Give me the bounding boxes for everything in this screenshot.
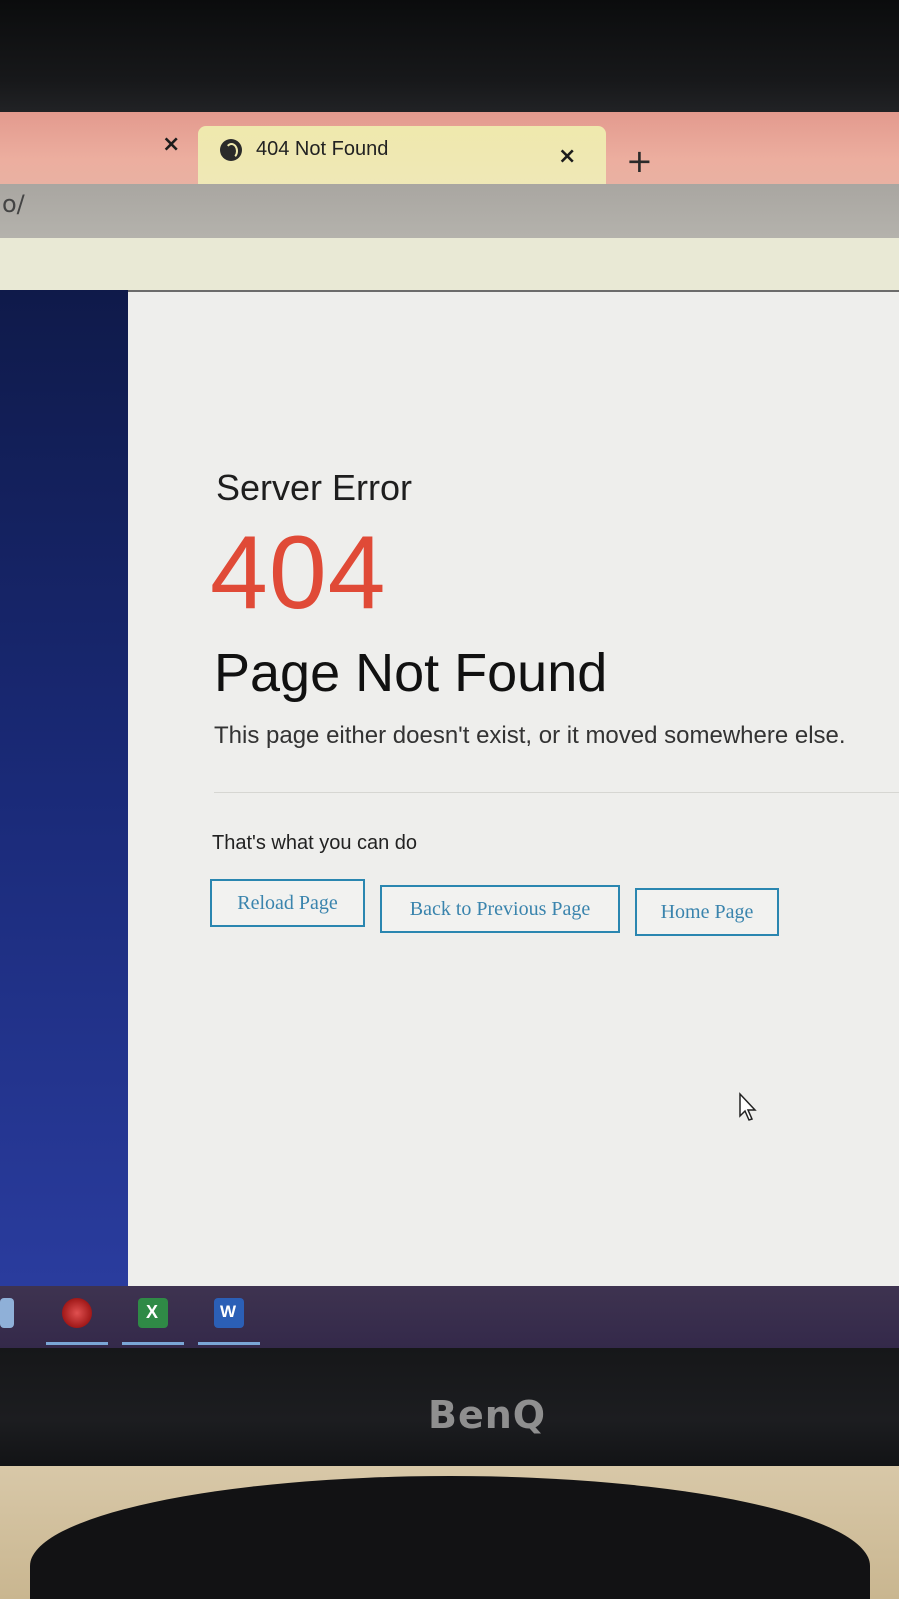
tab-close-icon[interactable]: × [558,144,576,169]
address-bar[interactable]: o/ [0,184,899,242]
excel-icon[interactable] [138,1298,168,1328]
monitor-bezel-top [0,0,899,115]
taskbar-active-indicator [46,1342,108,1345]
error-description: This page either doesn't exist, or it mo… [214,722,846,749]
reload-page-button[interactable]: Reload Page [210,879,365,927]
address-text[interactable]: o/ [2,190,25,218]
page-title: Page Not Found [214,643,608,703]
page-content: Server Error 404 Page Not Found This pag… [128,290,899,1290]
app-icon[interactable] [62,1298,92,1328]
browser-tab-strip: × 404 Not Found × + [0,112,899,196]
divider [214,792,899,793]
left-side-panel [0,290,133,1290]
tab-close-icon[interactable]: × [162,132,180,157]
taskbar-active-indicator [198,1342,260,1345]
monitor-bezel-bottom: BenQ [0,1348,899,1468]
edge-icon[interactable] [0,1298,14,1328]
new-tab-button[interactable]: + [626,142,653,180]
taskbar-active-indicator [122,1342,184,1345]
word-icon[interactable] [214,1298,244,1328]
error-heading: Server Error [216,467,413,508]
home-page-button[interactable]: Home Page [635,888,779,936]
error-code: 404 [210,515,387,631]
tab-previous[interactable]: × [0,112,198,174]
back-to-previous-page-button[interactable]: Back to Previous Page [380,885,620,933]
mouse-cursor-icon [739,1092,757,1121]
actions-label: That's what you can do [212,832,418,854]
monitor-brand-logo: BenQ [428,1393,547,1437]
bookmark-bar [0,238,899,290]
tab-title: 404 Not Found [256,138,389,160]
taskbar [0,1286,899,1348]
globe-icon [220,139,242,161]
